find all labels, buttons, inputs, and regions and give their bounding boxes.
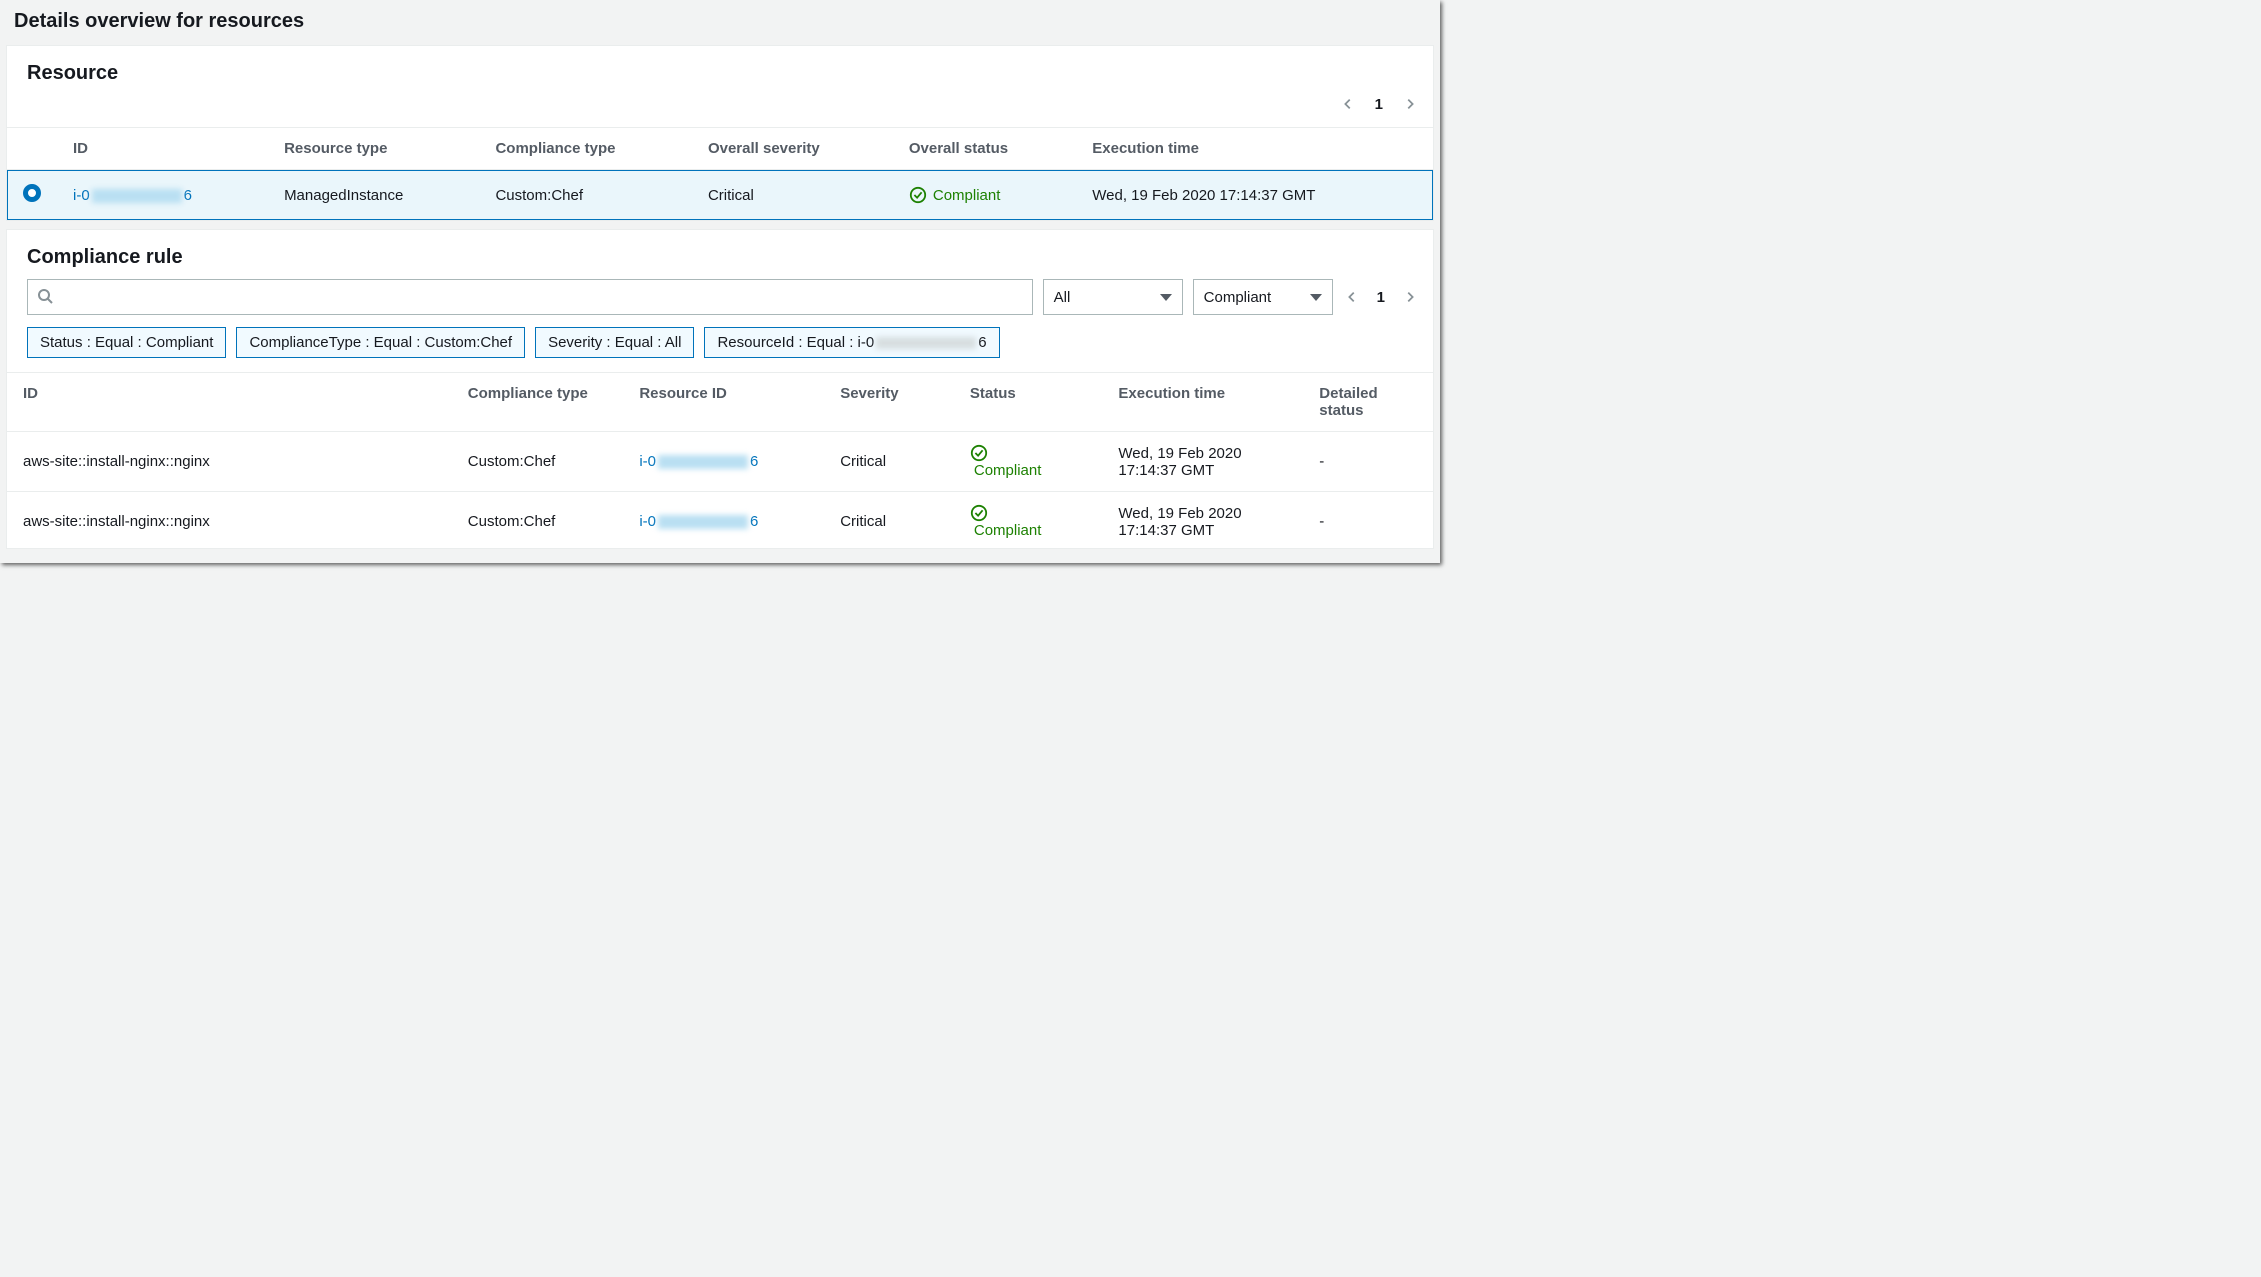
- resource-table: ID Resource type Compliance type Overall…: [7, 127, 1433, 220]
- compliance-pager-prev[interactable]: [1343, 288, 1361, 306]
- rule-compliance-type-cell: Custom:Chef: [452, 432, 624, 492]
- rule-status-cell: Compliant: [970, 462, 1042, 479]
- chevron-left-icon: [1345, 290, 1359, 304]
- check-circle-icon: [909, 186, 927, 204]
- rule-severity-cell: Critical: [824, 432, 954, 492]
- page-title: Details overview for resources: [0, 0, 1440, 45]
- rule-resource-id-link[interactable]: i-0 6: [639, 513, 758, 530]
- rule-severity-cell: Critical: [824, 492, 954, 550]
- chevron-right-icon: [1403, 290, 1417, 304]
- resource-type-cell: ManagedInstance: [268, 170, 479, 221]
- rule-resource-id-link[interactable]: i-0 6: [639, 453, 758, 470]
- compliance-pager-next[interactable]: [1401, 288, 1419, 306]
- resource-id-suffix: 6: [184, 187, 192, 204]
- rule-detailed-status-cell: -: [1303, 492, 1433, 550]
- rule-row[interactable]: aws-site::install-nginx::nginx Custom:Ch…: [7, 432, 1433, 492]
- resource-panel: Resource 1 ID Resource type Compliance t…: [6, 45, 1434, 221]
- col-overall-severity[interactable]: Overall severity: [692, 128, 893, 170]
- status-filter-dropdown[interactable]: Compliant: [1193, 279, 1333, 315]
- rule-res-prefix: i-0: [639, 453, 656, 470]
- overall-severity-cell: Critical: [692, 170, 893, 221]
- chip-resource-suffix: 6: [978, 334, 986, 351]
- resource-row[interactable]: i-0 6 ManagedInstance Custom:Chef Critica…: [7, 170, 1433, 221]
- compliance-panel-title: Compliance rule: [27, 246, 1413, 269]
- rule-row[interactable]: aws-site::install-nginx::nginx Custom:Ch…: [7, 492, 1433, 550]
- compliance-type-cell: Custom:Chef: [479, 170, 691, 221]
- resource-pager-page: 1: [1369, 96, 1389, 113]
- redacted-segment: [876, 337, 976, 349]
- overall-status-cell: Compliant: [933, 187, 1001, 204]
- rule-col-severity[interactable]: Severity: [824, 373, 954, 432]
- rule-compliance-type-cell: Custom:Chef: [452, 492, 624, 550]
- compliance-rules-table: ID Compliance type Resource ID Severity …: [7, 372, 1433, 549]
- rule-res-suffix: 6: [750, 513, 758, 530]
- rule-id-cell: aws-site::install-nginx::nginx: [7, 432, 452, 492]
- compliance-search-input[interactable]: [27, 279, 1033, 315]
- compliance-pager-page: 1: [1371, 289, 1391, 306]
- search-icon: [37, 288, 53, 307]
- rule-id-cell: aws-site::install-nginx::nginx: [7, 492, 452, 550]
- radio-selected[interactable]: [23, 184, 41, 202]
- rule-col-detailed-status[interactable]: Detailed status: [1303, 373, 1433, 432]
- check-circle-icon: [970, 444, 988, 462]
- resource-pager-next[interactable]: [1401, 95, 1419, 113]
- status-filter-value: Compliant: [1204, 289, 1272, 306]
- col-resource-type[interactable]: Resource type: [268, 128, 479, 170]
- col-compliance-type[interactable]: Compliance type: [479, 128, 691, 170]
- rule-detailed-status-cell: -: [1303, 432, 1433, 492]
- rule-col-status[interactable]: Status: [954, 373, 1103, 432]
- resource-panel-title: Resource: [27, 62, 1413, 85]
- rule-execution-time-cell: Wed, 19 Feb 2020 17:14:37 GMT: [1102, 432, 1303, 492]
- rule-res-suffix: 6: [750, 453, 758, 470]
- col-id[interactable]: ID: [57, 128, 268, 170]
- check-circle-icon: [970, 504, 988, 522]
- redacted-segment: [658, 515, 748, 529]
- filter-chip-resource-id[interactable]: ResourceId : Equal : i-0 6: [704, 327, 999, 358]
- filter-chip-severity[interactable]: Severity : Equal : All: [535, 327, 694, 358]
- col-execution-time[interactable]: Execution time: [1076, 128, 1433, 170]
- resource-id-link[interactable]: i-0 6: [73, 187, 192, 204]
- chip-resource-prefix: ResourceId : Equal : i-0: [717, 334, 874, 351]
- filter-chip-compliance-type[interactable]: ComplianceType : Equal : Custom:Chef: [236, 327, 525, 358]
- execution-time-cell: Wed, 19 Feb 2020 17:14:37 GMT: [1076, 170, 1433, 221]
- caret-down-icon: [1160, 294, 1172, 301]
- col-overall-status[interactable]: Overall status: [893, 128, 1076, 170]
- caret-down-icon: [1310, 294, 1322, 301]
- rule-col-resource-id[interactable]: Resource ID: [623, 373, 824, 432]
- redacted-segment: [658, 455, 748, 469]
- chevron-left-icon: [1341, 97, 1355, 111]
- redacted-segment: [92, 189, 182, 203]
- resource-pager-prev[interactable]: [1339, 95, 1357, 113]
- severity-filter-value: All: [1054, 289, 1071, 306]
- rule-execution-time-cell: Wed, 19 Feb 2020 17:14:37 GMT: [1102, 492, 1303, 550]
- severity-filter-dropdown[interactable]: All: [1043, 279, 1183, 315]
- filter-chip-status[interactable]: Status : Equal : Compliant: [27, 327, 226, 358]
- rule-col-compliance-type[interactable]: Compliance type: [452, 373, 624, 432]
- rule-status-cell: Compliant: [970, 522, 1042, 539]
- resource-id-prefix: i-0: [73, 187, 90, 204]
- compliance-panel: Compliance rule All Compliant 1: [6, 229, 1434, 549]
- chevron-right-icon: [1403, 97, 1417, 111]
- rule-col-execution-time[interactable]: Execution time: [1102, 373, 1303, 432]
- rule-res-prefix: i-0: [639, 513, 656, 530]
- rule-col-id[interactable]: ID: [7, 373, 452, 432]
